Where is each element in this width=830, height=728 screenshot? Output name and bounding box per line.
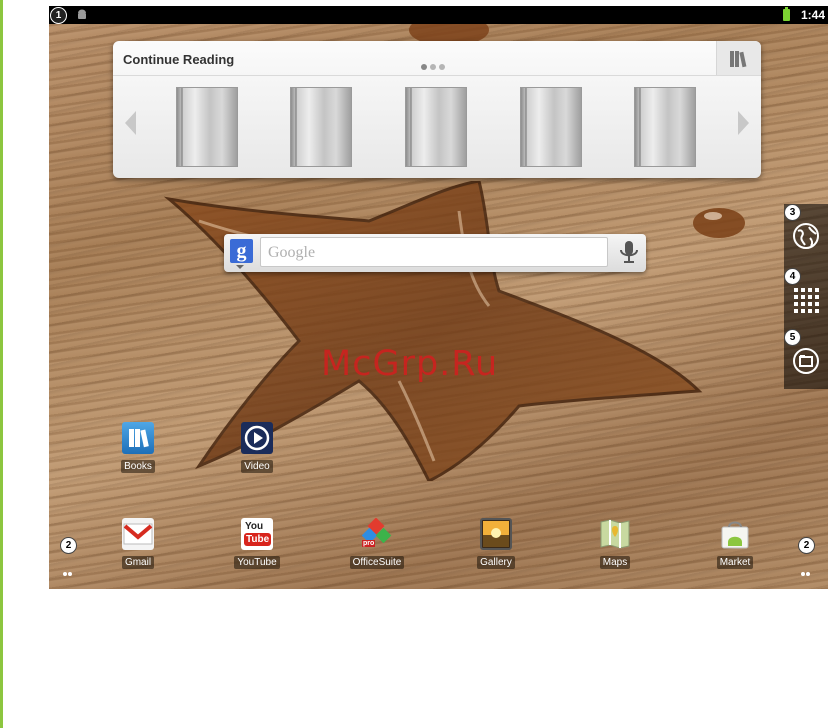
tablet-home-screen: 1:44 1 Continue Reading g Google McGrp.R…: [49, 6, 828, 589]
video-icon: [241, 422, 273, 454]
officesuite-icon: pro: [361, 517, 393, 550]
app-label: Gallery: [477, 556, 515, 569]
callout-4: 4: [784, 268, 801, 285]
callout-2-right: 2: [798, 537, 815, 554]
app-gallery[interactable]: Gallery: [461, 518, 531, 569]
screen-dot: [68, 572, 72, 576]
app-market[interactable]: Market: [700, 518, 770, 569]
youtube-icon: You Tube: [241, 518, 273, 550]
gmail-icon: [122, 518, 154, 550]
callout-2-left: 2: [60, 537, 77, 554]
books-icon: [122, 422, 154, 454]
search-input[interactable]: Google: [260, 237, 608, 267]
app-officesuite[interactable]: pro OfficeSuite: [342, 517, 412, 569]
status-bar: 1:44: [49, 6, 828, 24]
page-dot: [421, 64, 427, 70]
widget-page-indicator: [421, 55, 448, 74]
youtube-icon-you: You: [245, 521, 264, 532]
page-dot: [430, 64, 436, 70]
widget-divider: [113, 75, 761, 76]
continue-reading-widget[interactable]: Continue Reading: [113, 41, 761, 178]
battery-charging-icon: [783, 7, 790, 21]
app-maps[interactable]: Maps: [580, 518, 650, 569]
widget-title: Continue Reading: [123, 52, 235, 67]
watermark-text: McGrp.Ru: [321, 344, 499, 384]
app-label: Market: [716, 556, 754, 569]
search-source-dropdown-icon[interactable]: [236, 265, 244, 269]
market-icon: [719, 518, 751, 550]
callout-5: 5: [784, 329, 801, 346]
voice-search-mic-icon[interactable]: [618, 240, 640, 264]
page-margin-rule: [0, 0, 3, 728]
officesuite-icon-badge: pro: [362, 540, 376, 547]
search-placeholder: Google: [268, 244, 316, 261]
folder-icon[interactable]: [792, 347, 820, 375]
library-button[interactable]: [716, 41, 761, 75]
scroll-left-arrow-icon[interactable]: [125, 111, 136, 135]
app-label: Maps: [599, 556, 631, 569]
screen-page-indicator-left[interactable]: [63, 561, 73, 576]
library-icon: [730, 51, 747, 68]
scroll-right-arrow-icon[interactable]: [738, 111, 749, 135]
google-search-widget: g Google: [224, 234, 646, 272]
right-shortcut-rail: [784, 204, 828, 389]
screen-dot: [806, 572, 810, 576]
app-gmail[interactable]: Gmail: [103, 518, 173, 569]
google-logo-icon[interactable]: g: [230, 239, 253, 263]
app-video[interactable]: Video: [222, 422, 292, 473]
app-books[interactable]: Books: [103, 422, 173, 473]
youtube-icon-tube: Tube: [244, 533, 272, 546]
book-cover[interactable]: [176, 87, 238, 167]
book-cover[interactable]: [405, 87, 467, 167]
app-label: YouTube: [234, 556, 280, 569]
app-label: OfficeSuite: [349, 556, 405, 569]
app-label: Books: [121, 460, 155, 473]
all-apps-grid-icon[interactable]: [792, 286, 820, 314]
maps-icon: [599, 518, 631, 550]
status-time: 1:44: [801, 8, 826, 22]
android-debug-icon: [78, 9, 86, 19]
browser-icon[interactable]: [792, 222, 820, 250]
screen-dot: [63, 572, 67, 576]
callout-1: 1: [50, 7, 67, 24]
page-dot: [439, 64, 445, 70]
gallery-icon: [480, 518, 512, 550]
water-drop-decoration: [693, 208, 745, 238]
book-cover[interactable]: [520, 87, 582, 167]
app-label: Video: [241, 460, 273, 473]
book-cover[interactable]: [634, 87, 696, 167]
app-label: Gmail: [121, 556, 155, 569]
app-youtube[interactable]: You Tube YouTube: [222, 518, 292, 569]
screen-dot: [801, 572, 805, 576]
book-cover[interactable]: [290, 87, 352, 167]
screen-page-indicator-right[interactable]: [801, 561, 811, 576]
callout-3: 3: [784, 204, 801, 221]
